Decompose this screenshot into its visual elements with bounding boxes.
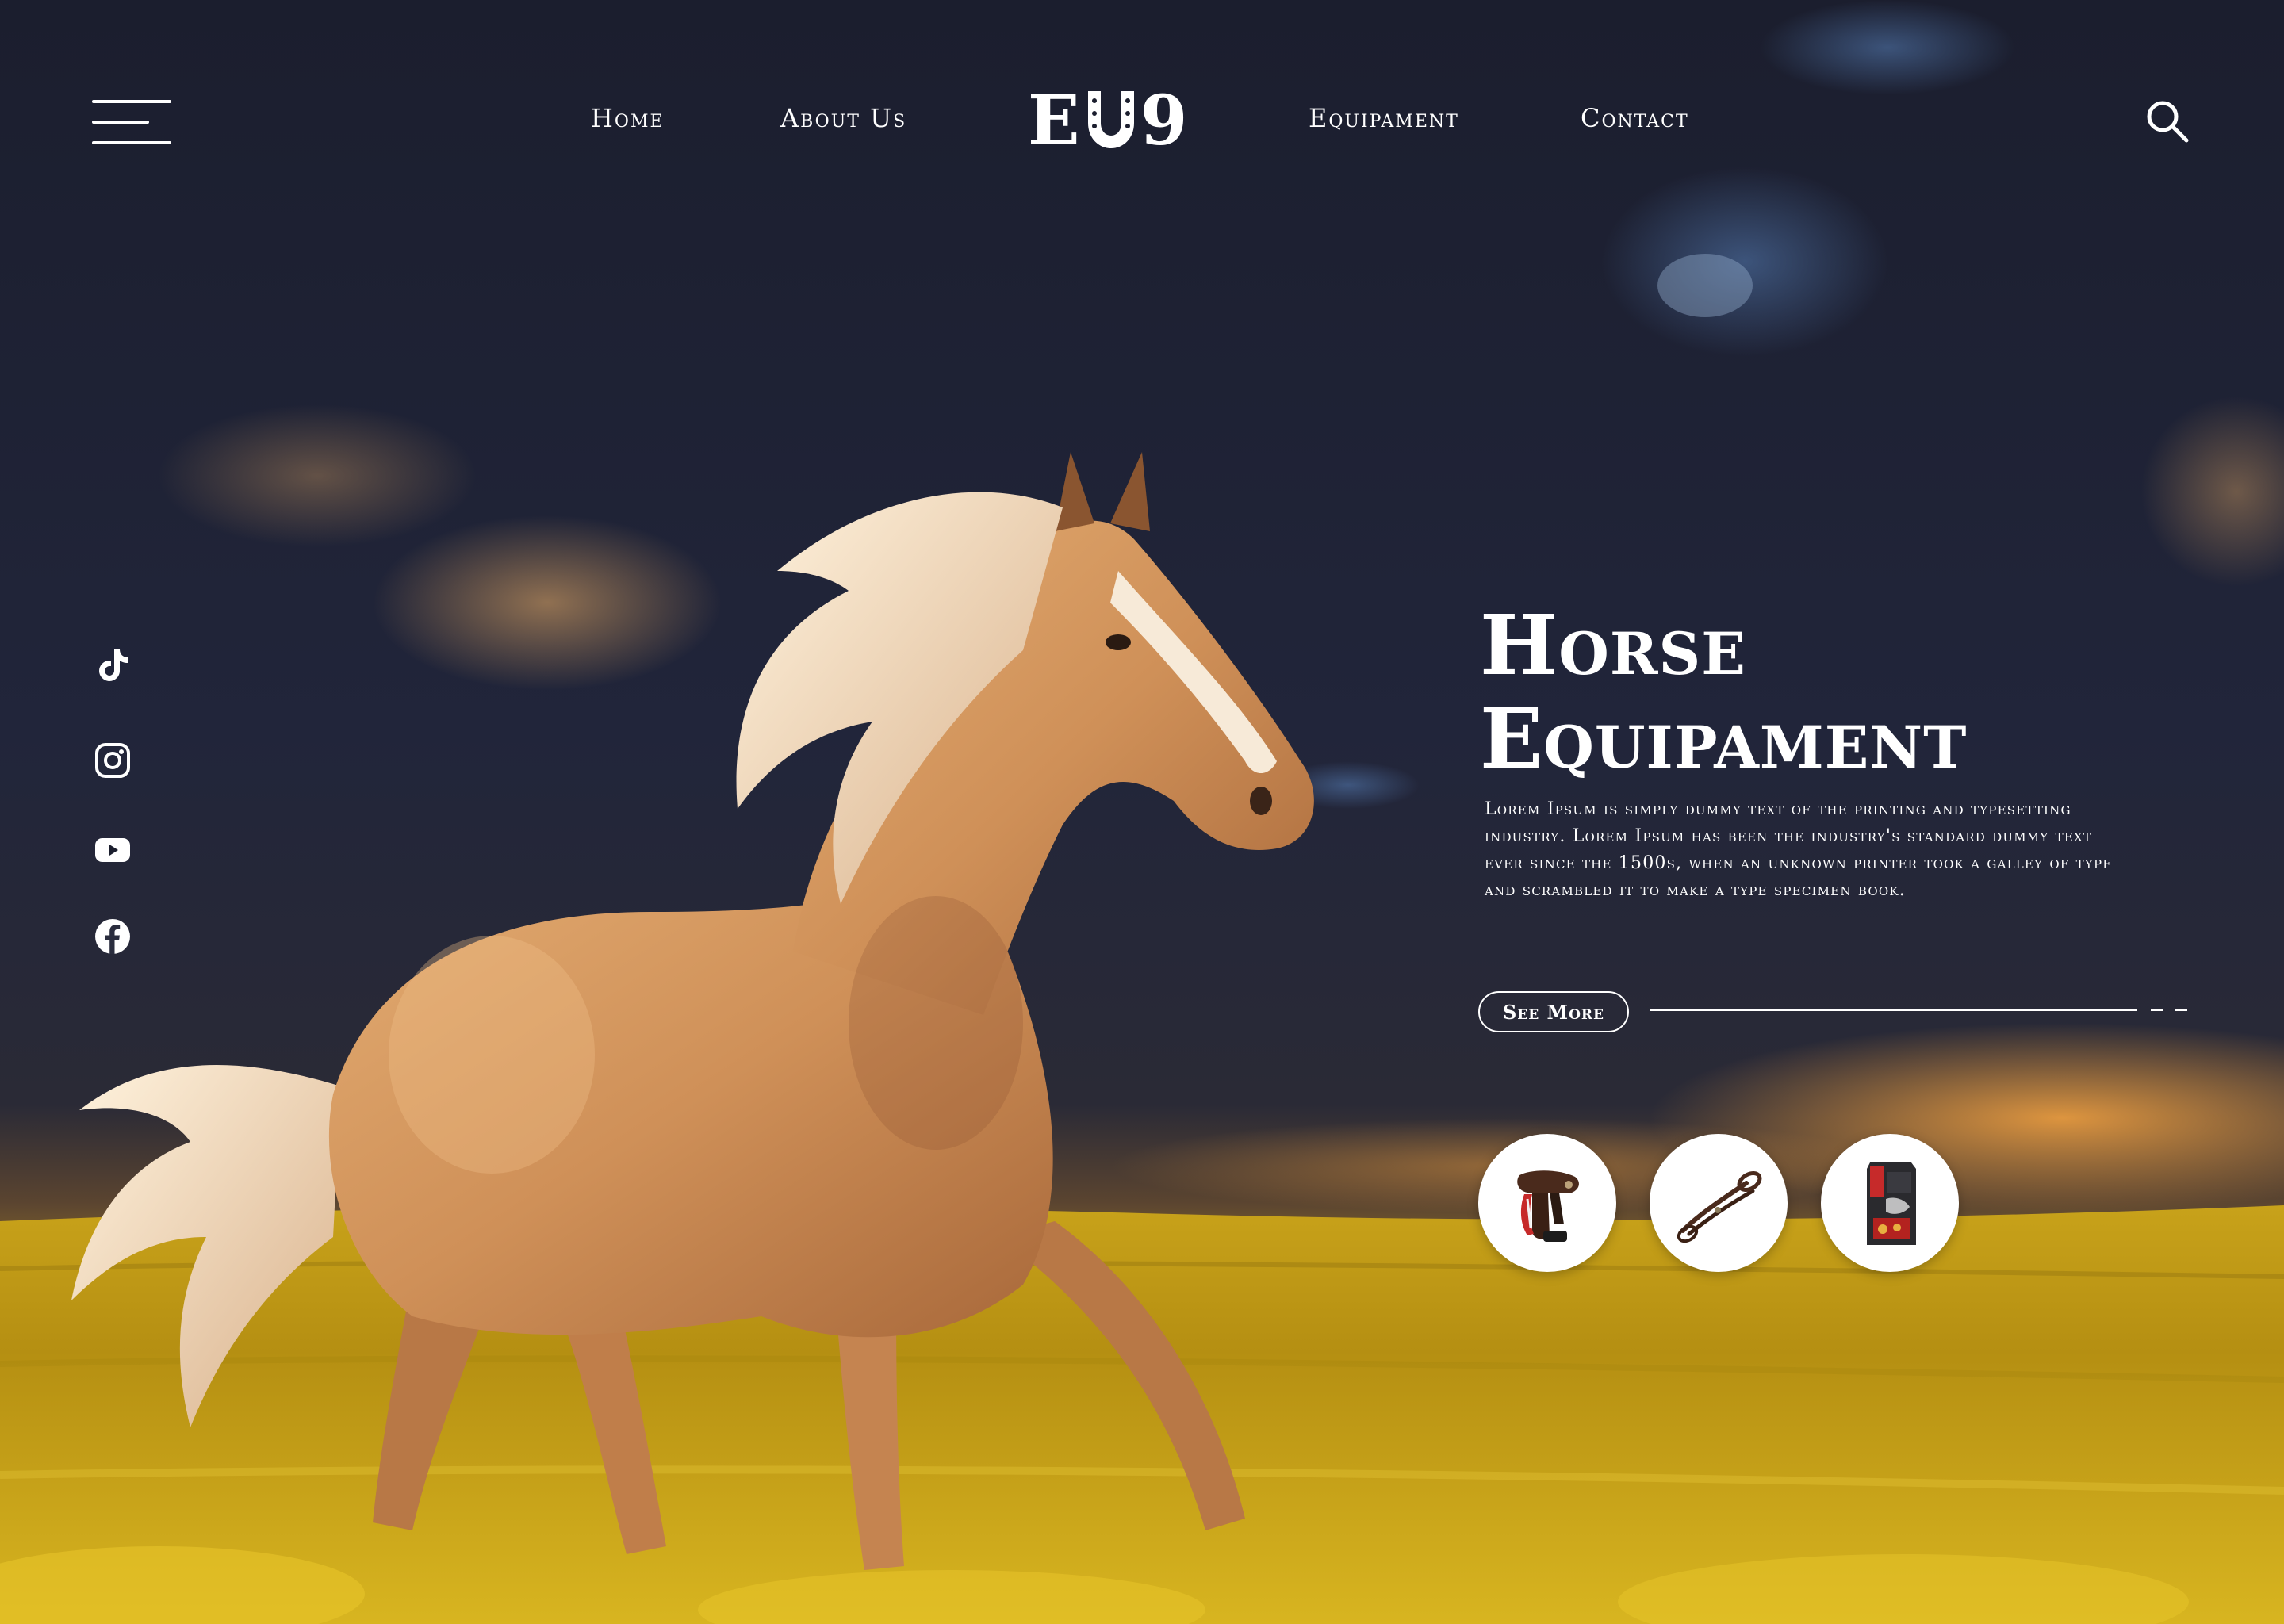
- youtube-icon[interactable]: [94, 830, 132, 868]
- see-more-button[interactable]: See More: [1478, 991, 1629, 1032]
- product-feed-bag[interactable]: [1821, 1134, 1959, 1272]
- hero-description: Lorem Ipsum is simply dummy text of the …: [1485, 799, 2113, 900]
- nav-contact-link[interactable]: Contact: [1581, 103, 1689, 133]
- slide-indicator-dash[interactable]: [2151, 1009, 2163, 1011]
- tiktok-icon[interactable]: [94, 646, 132, 684]
- saddle-icon: [1517, 1170, 1579, 1242]
- menu-line: [92, 100, 171, 103]
- product-reins[interactable]: [1650, 1134, 1788, 1272]
- product-saddle[interactable]: [1478, 1134, 1616, 1272]
- facebook-icon[interactable]: [94, 917, 132, 956]
- reins-icon: [1677, 1171, 1762, 1243]
- menu-line: [92, 141, 171, 144]
- slide-progress-line: [1650, 1009, 2137, 1011]
- logo-suffix: 9: [1140, 81, 1190, 161]
- horseshoe-icon: [1087, 91, 1134, 148]
- nav-about-us-link[interactable]: About Us: [780, 103, 906, 133]
- instagram-icon[interactable]: [94, 741, 132, 779]
- hero-title: Horse Equipament: [1480, 599, 2083, 786]
- search-icon[interactable]: [2145, 99, 2190, 144]
- nav-home-link[interactable]: Home: [591, 103, 665, 133]
- hamburger-menu-icon[interactable]: [92, 98, 171, 146]
- menu-line: [92, 121, 149, 124]
- brand-logo[interactable]: E 9: [1028, 86, 1189, 157]
- slide-indicator-dash[interactable]: [2175, 1009, 2187, 1011]
- logo-prefix: E: [1028, 81, 1082, 161]
- feed-bag-icon: [1867, 1162, 1916, 1245]
- landing-page: Home About Us E 9 Equipament Contact Hor…: [0, 0, 2284, 1624]
- nav-equipament-link[interactable]: Equipament: [1309, 103, 1459, 133]
- hero-title-line-2: Equipament: [1480, 690, 1968, 787]
- hero-title-line-1: Horse: [1480, 596, 1746, 694]
